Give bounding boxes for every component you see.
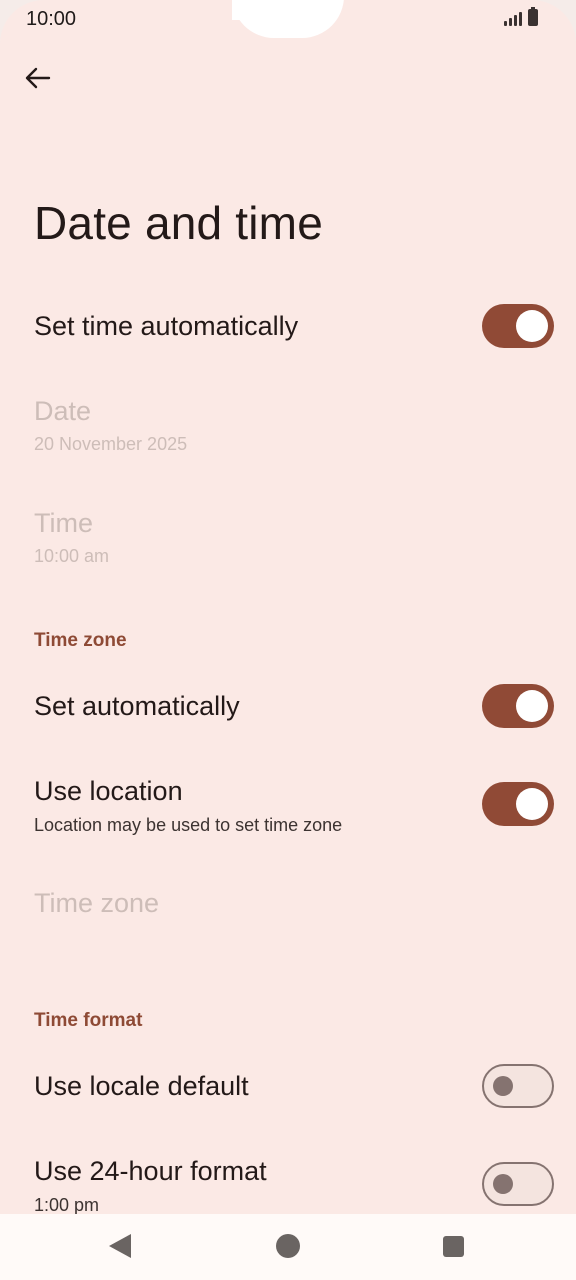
use-location-summary: Location may be used to set time zone (34, 815, 343, 835)
time-zone-label: Time zone (34, 888, 160, 918)
time-label: Time (34, 508, 93, 538)
time-zone-row[interactable]: Time zone (0, 884, 576, 934)
square-recent-icon[interactable] (443, 1236, 464, 1257)
use-24-hour-format-label: Use 24-hour format (34, 1156, 267, 1186)
use-locale-default-row[interactable]: Use locale default (0, 1056, 576, 1120)
signal-icon (504, 10, 522, 26)
camera-notch (232, 0, 344, 38)
set-time-automatically-toggle[interactable] (482, 304, 554, 348)
set-automatically-label: Set automatically (34, 691, 240, 721)
use-24-hour-format-toggle[interactable] (482, 1162, 554, 1206)
back-button[interactable] (20, 60, 56, 96)
toggle-knob (493, 1076, 513, 1096)
date-row[interactable]: Date 20 November 2025 (0, 394, 576, 464)
set-automatically-row[interactable]: Set automatically (0, 676, 576, 740)
use-location-toggle[interactable] (482, 782, 554, 826)
toggle-knob (516, 788, 548, 820)
set-time-automatically-label: Set time automatically (34, 311, 299, 341)
date-value: 20 November 2025 (34, 434, 188, 454)
settings-screen: 10:00 Date and time Set time automatical… (0, 0, 576, 1280)
arrow-left-icon (25, 67, 51, 89)
set-automatically-toggle[interactable] (482, 684, 554, 728)
time-zone-section-header: Time zone (34, 630, 127, 651)
toggle-knob (493, 1174, 513, 1194)
use-24-hour-format-row[interactable]: Use 24-hour format 1:00 pm (0, 1154, 576, 1215)
use-location-row[interactable]: Use location Location may be used to set… (0, 774, 576, 844)
use-locale-default-toggle[interactable] (482, 1064, 554, 1108)
status-icons (504, 7, 538, 26)
use-locale-default-label: Use locale default (34, 1071, 249, 1101)
toggle-knob (516, 310, 548, 342)
time-format-section-header: Time format (34, 1010, 143, 1031)
use-24-hour-format-summary: 1:00 pm (34, 1195, 100, 1215)
circle-home-icon[interactable] (276, 1234, 300, 1258)
toggle-knob (516, 690, 548, 722)
page-title: Date and time (34, 197, 323, 249)
battery-icon (528, 7, 538, 26)
time-value: 10:00 am (34, 546, 110, 566)
triangle-back-icon[interactable] (109, 1234, 131, 1258)
date-label: Date (34, 396, 92, 426)
use-location-label: Use location (34, 776, 183, 806)
time-row[interactable]: Time 10:00 am (0, 506, 576, 576)
status-time: 10:00 (26, 8, 77, 30)
set-time-automatically-row[interactable]: Set time automatically (0, 296, 576, 360)
